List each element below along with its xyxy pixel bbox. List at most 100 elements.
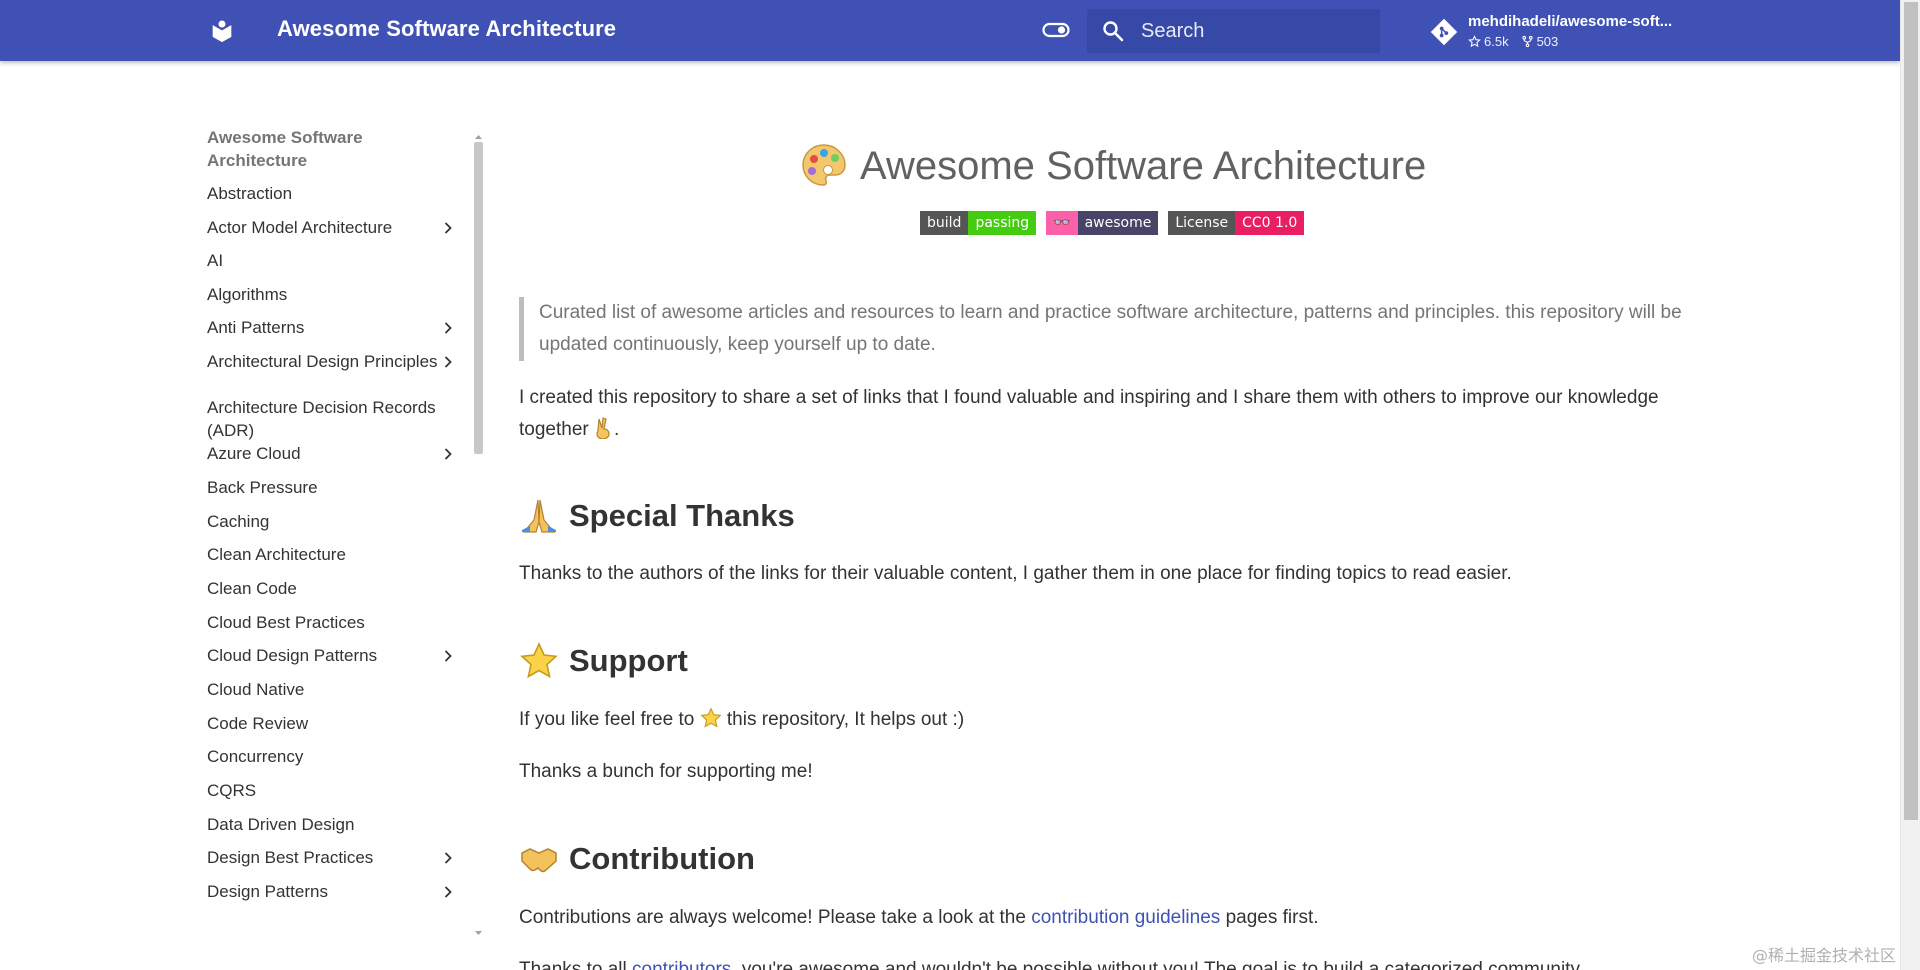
sidebar-item[interactable]: Back Pressure bbox=[207, 476, 457, 499]
sidebar-item-label: Algorithms bbox=[207, 285, 288, 304]
search-icon bbox=[1103, 21, 1124, 42]
license-badge[interactable]: License CC0 1.0 bbox=[1168, 211, 1305, 235]
sidebar-item-label: Azure Cloud bbox=[207, 444, 301, 463]
support-text-before: If you like feel free to bbox=[519, 709, 695, 730]
stars-fact: 6.5k bbox=[1468, 34, 1509, 49]
sidebar-item-label: Cloud Design Patterns bbox=[207, 646, 378, 665]
sidebar-item-label: Cloud Native bbox=[207, 680, 305, 699]
sidebar-item-label: Caching bbox=[207, 512, 270, 531]
sidebar-item[interactable]: Architectural Design Principles bbox=[207, 350, 457, 373]
chevron-right-icon[interactable] bbox=[441, 851, 455, 865]
sidebar-item[interactable]: Design Best Practices bbox=[207, 846, 457, 869]
sidebar-item[interactable]: Caching bbox=[207, 510, 457, 533]
chevron-right-icon[interactable] bbox=[441, 885, 455, 899]
license-badge-label: License bbox=[1168, 211, 1236, 235]
sidebar-item[interactable]: Cloud Design Patterns bbox=[207, 644, 457, 667]
sidebar-item-label: Code Review bbox=[207, 714, 309, 733]
page-scrollbar[interactable] bbox=[1900, 0, 1920, 970]
page-title: Awesome Software Architecture bbox=[800, 142, 1426, 190]
stars-count: 6.5k bbox=[1484, 34, 1509, 49]
star-inline-icon bbox=[699, 707, 722, 728]
sidebar-item[interactable]: Awesome Software Architecture bbox=[207, 126, 457, 172]
intro-end: . bbox=[614, 419, 620, 440]
git-icon bbox=[1430, 18, 1458, 46]
sidebar-navigation: Awesome Software Architecture Abstraction… bbox=[207, 126, 483, 946]
special-thanks-heading-text: Special Thanks bbox=[569, 498, 795, 533]
license-badge-value: CC0 1.0 bbox=[1235, 211, 1305, 235]
contributors-link[interactable]: contributors bbox=[632, 959, 731, 970]
sidebar-item[interactable]: Actor Model Architecture bbox=[207, 216, 457, 239]
sidebar-item[interactable]: Code Review bbox=[207, 712, 457, 735]
contribution-heading: Contribution bbox=[519, 839, 755, 879]
palette-icon bbox=[802, 144, 846, 186]
scroll-down-arrow-icon[interactable] bbox=[474, 930, 483, 936]
page-scrollbar-thumb[interactable] bbox=[1904, 2, 1918, 820]
sidebar-item-label: Concurrency bbox=[207, 747, 304, 766]
contribution-text: Contributions are always welcome! Please… bbox=[519, 902, 1690, 934]
sidebar-item-label: Clean Code bbox=[207, 579, 297, 598]
sidebar-scrollbar-thumb[interactable] bbox=[474, 142, 483, 454]
special-thanks-text: Thanks to the authors of the links for t… bbox=[519, 563, 1512, 584]
scroll-up-arrow-icon[interactable] bbox=[474, 134, 483, 140]
fork-icon bbox=[1521, 35, 1533, 48]
sidebar-item[interactable]: Concurrency bbox=[207, 745, 457, 768]
awesome-badge[interactable]: 👓 awesome bbox=[1046, 211, 1159, 235]
contributors-after: , you're awesome and wouldn't be possibl… bbox=[731, 959, 1580, 970]
sidebar-item[interactable]: Abstraction bbox=[207, 182, 457, 205]
special-thanks-heading: Special Thanks bbox=[519, 496, 795, 536]
chevron-right-icon[interactable] bbox=[441, 221, 455, 235]
chevron-right-icon[interactable] bbox=[441, 447, 455, 461]
sidebar-item[interactable]: CQRS bbox=[207, 779, 457, 802]
sidebar-item[interactable]: Algorithms bbox=[207, 283, 457, 306]
sidebar-item-label: Design Best Practices bbox=[207, 848, 374, 867]
chevron-right-icon[interactable] bbox=[441, 321, 455, 335]
site-title[interactable]: Awesome Software Architecture bbox=[277, 16, 616, 42]
badge-row: build passing 👓 awesome License CC0 1.0 bbox=[920, 211, 1305, 235]
awesome-badge-label: 👓 bbox=[1046, 211, 1078, 235]
sidebar-item[interactable]: Clean Architecture bbox=[207, 543, 457, 566]
sidebar-item-label: Abstraction bbox=[207, 184, 293, 203]
search-box[interactable] bbox=[1087, 9, 1380, 53]
sidebar-item[interactable]: AI bbox=[207, 249, 457, 272]
sidebar-item-label: Back Pressure bbox=[207, 478, 318, 497]
sidebar-item-label: Architectural Design Principles bbox=[207, 352, 438, 371]
support-thanks: Thanks a bunch for supporting me! bbox=[519, 761, 813, 782]
sidebar-item[interactable]: Cloud Best Practices bbox=[207, 611, 457, 634]
sidebar-item[interactable]: Clean Code bbox=[207, 577, 457, 600]
contribution-after: pages first. bbox=[1225, 907, 1319, 928]
forks-fact: 503 bbox=[1521, 34, 1558, 49]
intro-quote: Curated list of awesome articles and res… bbox=[519, 297, 1690, 361]
sidebar-item[interactable]: Architecture Decision Records (ADR) bbox=[207, 396, 457, 442]
intro-paragraph: I created this repository to share a set… bbox=[519, 382, 1690, 446]
toggle-icon[interactable] bbox=[1042, 21, 1070, 39]
sidebar-item[interactable]: Design Patterns bbox=[207, 880, 457, 903]
sidebar-item-label: Awesome Software Architecture bbox=[207, 128, 363, 170]
sidebar-scrollbar[interactable] bbox=[473, 134, 484, 936]
sidebar-item-label: Anti Patterns bbox=[207, 318, 305, 337]
chevron-right-icon[interactable] bbox=[441, 355, 455, 369]
support-text: If you like feel free to this repository… bbox=[519, 704, 1690, 736]
build-badge[interactable]: build passing bbox=[920, 211, 1037, 235]
repo-source-link[interactable]: mehdihadeli/awesome-soft... 6.5k 503 bbox=[1428, 10, 1688, 52]
sidebar-item[interactable]: Cloud Native bbox=[207, 678, 457, 701]
sidebar-item-label: Architecture Decision Records (ADR) bbox=[207, 398, 436, 440]
page-title-text: Awesome Software Architecture bbox=[860, 143, 1427, 188]
book-icon[interactable] bbox=[208, 17, 236, 45]
repo-name: mehdihadeli/awesome-soft... bbox=[1468, 13, 1673, 30]
handshake-icon bbox=[521, 848, 557, 873]
sidebar-item-label: Data Driven Design bbox=[207, 815, 355, 834]
search-input[interactable] bbox=[1141, 9, 1371, 53]
contribution-guidelines-link[interactable]: contribution guidelines bbox=[1031, 907, 1220, 928]
support-heading-text: Support bbox=[569, 643, 688, 678]
sidebar-item-label: Actor Model Architecture bbox=[207, 218, 393, 237]
support-heading: Support bbox=[519, 641, 688, 681]
sidebar-item[interactable]: Azure Cloud bbox=[207, 442, 457, 465]
support-text-after: this repository, It helps out :) bbox=[726, 709, 965, 730]
sidebar-item-label: Cloud Best Practices bbox=[207, 613, 365, 632]
sidebar-item[interactable]: Anti Patterns bbox=[207, 316, 457, 339]
star-emoji-icon bbox=[520, 642, 558, 679]
star-icon bbox=[1468, 35, 1481, 48]
sidebar-item[interactable]: Data Driven Design bbox=[207, 813, 457, 836]
chevron-right-icon[interactable] bbox=[441, 649, 455, 663]
contribution-heading-text: Contribution bbox=[569, 841, 755, 876]
